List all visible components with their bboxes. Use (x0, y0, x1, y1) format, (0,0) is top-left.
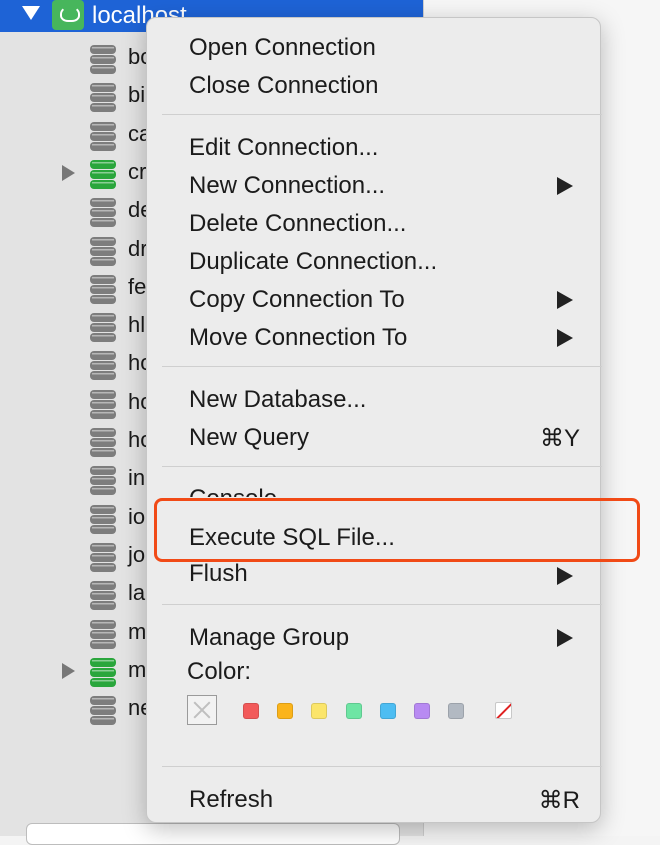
database-icon (90, 466, 116, 495)
menu-item-open-connection[interactable]: Open Connection (147, 26, 602, 64)
color-swatch-none[interactable] (187, 695, 217, 725)
database-icon (90, 658, 116, 687)
shortcut-label: ⌘Y (539, 425, 580, 452)
menu-item-label: Edit Connection... (189, 134, 379, 161)
menu-item-label: New Database... (189, 386, 367, 413)
database-label: bi (128, 82, 146, 107)
database-icon (90, 237, 116, 266)
database-icon (90, 275, 116, 304)
color-clear-icon[interactable] (495, 702, 512, 719)
database-label: fe (128, 274, 147, 299)
menu-item-console[interactable]: Console (147, 477, 602, 497)
database-label: la (128, 580, 146, 605)
database-icon (90, 428, 116, 457)
mysql-server-icon (52, 0, 84, 30)
shortcut-label: ⌘R (538, 787, 580, 814)
database-icon (90, 543, 116, 572)
database-label: in (128, 465, 146, 490)
menu-item-edit-connection[interactable]: Edit Connection... (147, 126, 602, 164)
menu-item-label: Flush (189, 563, 248, 587)
menu-item-execute-sql-file[interactable]: Execute SQL File... (147, 516, 602, 554)
menu-separator (162, 366, 602, 367)
menu-item-new-query[interactable]: New Query ⌘Y (147, 416, 602, 454)
database-icon (90, 160, 116, 189)
menu-item-label: New Connection... (189, 172, 386, 199)
menu-item-delete-connection[interactable]: Delete Connection... (147, 202, 602, 240)
menu-item-label: Move Connection To (189, 324, 408, 351)
database-label: dr (128, 236, 148, 261)
submenu-arrow-icon (557, 629, 573, 647)
database-icon (90, 198, 116, 227)
menu-item-duplicate-connection[interactable]: Duplicate Connection... (147, 240, 602, 278)
menu-separator (162, 604, 602, 605)
database-icon (90, 122, 116, 151)
submenu-arrow-icon (557, 291, 573, 309)
color-swatch[interactable] (380, 703, 396, 719)
menu-item-label: Delete Connection... (189, 210, 407, 237)
database-icon (90, 581, 116, 610)
color-label: Color: (187, 658, 252, 685)
menu-item-label: Open Connection (189, 34, 376, 61)
color-swatch[interactable] (414, 703, 430, 719)
database-label: hl (128, 312, 146, 337)
database-icon (90, 505, 116, 534)
database-icon (90, 390, 116, 419)
menu-item-refresh[interactable]: Refresh ⌘R (147, 778, 602, 816)
database-label: cr (128, 159, 147, 184)
database-icon (90, 313, 116, 342)
menu-separator (162, 766, 602, 767)
menu-item-label: New Query (189, 424, 310, 451)
database-icon (90, 696, 116, 725)
menu-separator (162, 114, 602, 115)
database-icon (90, 620, 116, 649)
menu-item-label: Refresh (189, 786, 274, 813)
menu-item-close-connection[interactable]: Close Connection (147, 64, 602, 102)
submenu-arrow-icon (557, 329, 573, 347)
menu-item-label: Console (189, 485, 277, 497)
sidebar-search-field[interactable] (26, 823, 400, 845)
color-swatch[interactable] (448, 703, 464, 719)
database-label: io (128, 504, 146, 529)
menu-item-label: Manage Group (189, 624, 350, 651)
menu-item-label: Copy Connection To (189, 286, 405, 313)
database-icon (90, 45, 116, 74)
color-swatch[interactable] (277, 703, 293, 719)
menu-item-label: Execute SQL File... (189, 524, 395, 551)
menu-item-label: Close Connection (189, 72, 379, 99)
submenu-arrow-icon (557, 567, 573, 585)
submenu-arrow-icon (557, 177, 573, 195)
disclosure-right-icon[interactable] (62, 165, 75, 181)
context-menu: Open Connection Close Connection Edit Co… (146, 17, 602, 823)
database-icon (90, 351, 116, 380)
color-swatch[interactable] (311, 703, 327, 719)
menu-item-flush[interactable]: Flush (147, 563, 602, 589)
database-icon (90, 83, 116, 112)
menu-item-label: Duplicate Connection... (189, 248, 438, 275)
menu-item-new-database[interactable]: New Database... (147, 378, 602, 416)
color-swatch[interactable] (346, 703, 362, 719)
menu-item-manage-group[interactable]: Manage Group (147, 616, 602, 654)
database-label: jo (128, 542, 146, 567)
database-label: m (128, 619, 147, 644)
disclosure-down-icon[interactable] (22, 6, 40, 20)
database-label: m (128, 657, 147, 682)
menu-separator (162, 466, 602, 467)
menu-item-copy-connection-to[interactable]: Copy Connection To (147, 278, 602, 316)
color-swatch[interactable] (243, 703, 259, 719)
disclosure-right-icon[interactable] (62, 663, 75, 679)
menu-item-move-connection-to[interactable]: Move Connection To (147, 316, 602, 354)
menu-item-new-connection[interactable]: New Connection... (147, 164, 602, 202)
